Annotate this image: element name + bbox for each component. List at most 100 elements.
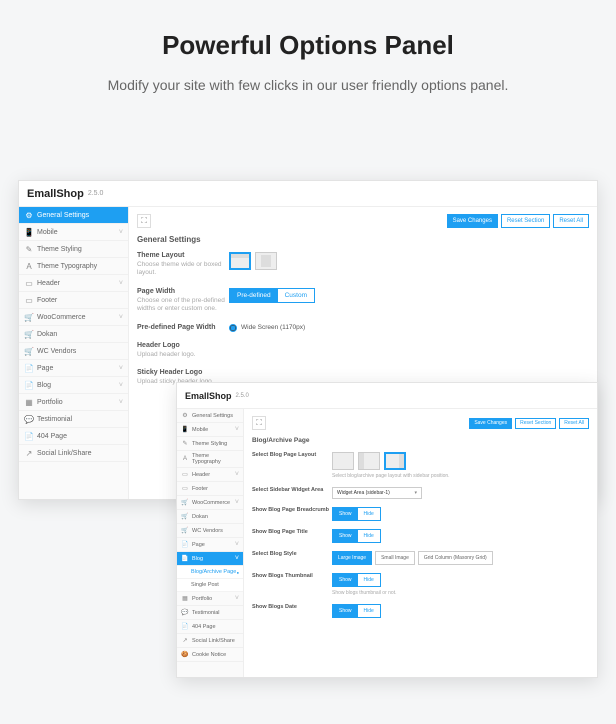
nav-label: Mobile: [37, 229, 58, 236]
width-radio[interactable]: Wide Screen (1170px): [229, 324, 589, 332]
field-desc: Upload header logo.: [137, 351, 229, 359]
style-chip[interactable]: Small Image: [375, 551, 415, 565]
reset-all-button[interactable]: Reset All: [559, 418, 589, 429]
breadcrumb-toggle[interactable]: ShowHide: [332, 507, 381, 521]
thumb-toggle[interactable]: ShowHide: [332, 573, 381, 587]
sidebar-item[interactable]: 📱Mobile˅: [177, 423, 243, 437]
sidebar-item[interactable]: ATheme Typography: [19, 258, 128, 275]
sidebar-item[interactable]: 📄404 Page: [19, 428, 128, 445]
sidebar-item[interactable]: ▭Header˅: [177, 468, 243, 482]
nav-label: Social Link/Share: [192, 638, 235, 644]
sidebar-item[interactable]: 🛒WC Vendors: [177, 524, 243, 538]
save-button[interactable]: Save Changes: [469, 418, 512, 429]
nav-icon: 📱: [24, 228, 34, 237]
nav-label: Portfolio: [37, 399, 63, 406]
sidebar-item[interactable]: ↗Social Link/Share: [177, 634, 243, 648]
expand-icon[interactable]: ⛶: [137, 214, 151, 228]
brand: EmallShop: [27, 188, 84, 200]
chevron-down-icon: ˅: [119, 314, 123, 321]
sidebar-item[interactable]: ▭Footer: [19, 292, 128, 309]
nav-label: General Settings: [192, 413, 233, 419]
nav-label: Blog: [192, 556, 203, 562]
nav-label: Mobile: [192, 427, 208, 433]
sidebar-item[interactable]: ▭Footer: [177, 482, 243, 496]
chevron-down-icon: ˅: [119, 399, 123, 406]
hero-title: Powerful Options Panel: [40, 30, 576, 61]
nav-label: General Settings: [37, 212, 89, 219]
layout-no-sidebar[interactable]: [332, 452, 354, 470]
sidebar-subitem[interactable]: Single Post: [177, 579, 243, 592]
layout-right-sidebar[interactable]: [384, 452, 406, 470]
field-hint: Show blogs thumbnail or not.: [332, 590, 589, 596]
layout-left-sidebar[interactable]: [358, 452, 380, 470]
nav-icon: 🛒: [181, 499, 189, 506]
nav-icon: 🛒: [24, 347, 34, 356]
sidebar-subitem[interactable]: Blog/Archive Page: [177, 566, 243, 579]
sidebar-item[interactable]: ⚙General Settings: [177, 409, 243, 423]
nav-label: WC Vendors: [192, 528, 223, 534]
field-label: Page Width: [137, 288, 229, 295]
sidebar-item[interactable]: 📄Page˅: [19, 360, 128, 377]
sidebar-item[interactable]: 🛒WooCommerce˅: [19, 309, 128, 326]
sidebar-item[interactable]: 📄Page˅: [177, 538, 243, 552]
nav-icon: ▦: [181, 595, 189, 602]
sidebar-item[interactable]: 🛒Dokan: [19, 326, 128, 343]
nav-icon: ↗: [181, 637, 189, 644]
field-label: Select Blog Page Layout: [252, 452, 332, 458]
nav-icon: ▭: [24, 296, 34, 305]
sidebar-item[interactable]: ↗Social Link/Share: [19, 445, 128, 462]
style-chip[interactable]: Large Image: [332, 551, 372, 565]
nav-label: Footer: [37, 297, 57, 304]
date-toggle[interactable]: ShowHide: [332, 604, 381, 618]
sidebar-item[interactable]: 💬Testimonial: [177, 606, 243, 620]
field-label: Select Blog Style: [252, 551, 332, 557]
sidebar-item[interactable]: ▭Header˅: [19, 275, 128, 292]
sidebar-item[interactable]: 🛒WC Vendors: [19, 343, 128, 360]
nav-icon: ▭: [24, 279, 34, 288]
sidebar-item[interactable]: 💬Testimonial: [19, 411, 128, 428]
nav-icon: 📄: [181, 541, 189, 548]
nav-icon: 🛒: [181, 513, 189, 520]
nav-label: Blog: [37, 382, 51, 389]
sidebar-item[interactable]: ▦Portfolio˅: [177, 592, 243, 606]
nav-label: Testimonial: [192, 610, 220, 616]
expand-icon[interactable]: ⛶: [252, 416, 266, 430]
chevron-down-icon: ▾: [414, 490, 417, 496]
page-width-toggle[interactable]: Pre-definedCustom: [229, 288, 315, 303]
sidebar-item[interactable]: 🛒Dokan: [177, 510, 243, 524]
sidebar-item[interactable]: ▦Portfolio˅: [19, 394, 128, 411]
sidebar-select[interactable]: Widget Area (sidebar-1)▾: [332, 487, 422, 499]
field-desc: Choose one of the pre-defined widths or …: [137, 297, 229, 314]
sidebar-item[interactable]: 🍪Cookie Notice: [177, 648, 243, 662]
nav-icon: 📄: [24, 364, 34, 373]
sidebar-item[interactable]: ⚙General Settings: [19, 207, 128, 224]
sidebar-item[interactable]: 🛒WooCommerce˅: [177, 496, 243, 510]
nav-label: Theme Styling: [192, 441, 227, 447]
reset-section-button[interactable]: Reset Section: [515, 418, 556, 429]
sidebar-item[interactable]: 📱Mobile˅: [19, 224, 128, 241]
section-title: Blog/Archive Page: [252, 437, 589, 444]
nav-label: 404 Page: [37, 433, 67, 440]
nav-icon: 🛒: [24, 313, 34, 322]
style-chip[interactable]: Grid Column (Masonry Grid): [418, 551, 493, 565]
layout-option-boxed[interactable]: [255, 252, 277, 270]
field-label: Sticky Header Logo: [137, 369, 229, 376]
layout-option-wide[interactable]: [229, 252, 251, 270]
title-toggle[interactable]: ShowHide: [332, 529, 381, 543]
sidebar-item[interactable]: ✎Theme Styling: [177, 437, 243, 451]
nav-label: Page: [37, 365, 53, 372]
nav-label: WooCommerce: [192, 500, 230, 506]
sidebar-item[interactable]: 📄Blog˅: [19, 377, 128, 394]
nav-icon: 📄: [24, 432, 34, 441]
nav-label: Dokan: [192, 514, 208, 520]
sidebar-item[interactable]: 📄Blog˅: [177, 552, 243, 566]
sidebar-item[interactable]: 📄404 Page: [177, 620, 243, 634]
chevron-down-icon: ˅: [235, 426, 239, 433]
save-button[interactable]: Save Changes: [447, 214, 498, 228]
sidebar-item[interactable]: ATheme Typography: [177, 451, 243, 468]
reset-section-button[interactable]: Reset Section: [501, 214, 550, 228]
chevron-down-icon: ˅: [235, 541, 239, 548]
field-hint: Select blog/archive page layout with sid…: [332, 473, 589, 479]
reset-all-button[interactable]: Reset All: [553, 214, 589, 228]
sidebar-item[interactable]: ✎Theme Styling: [19, 241, 128, 258]
